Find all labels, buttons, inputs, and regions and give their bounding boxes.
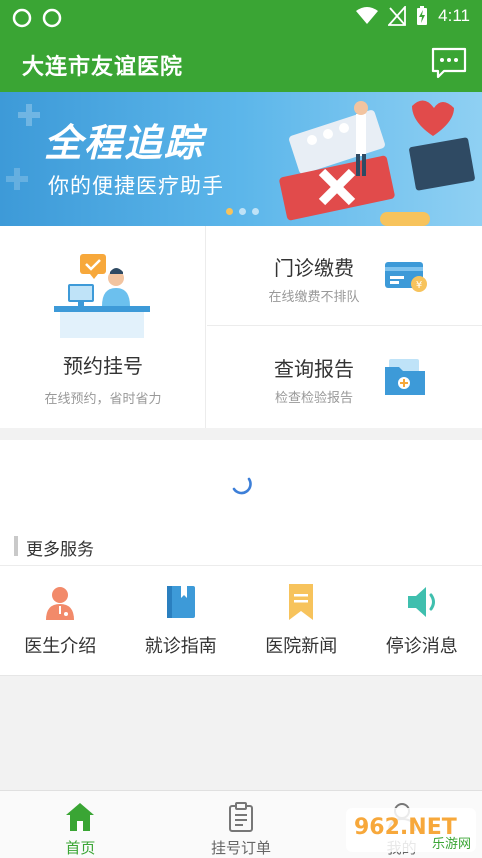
sync-icon xyxy=(42,8,62,28)
more-services-heading: 更多服务 xyxy=(26,540,94,560)
content-loading-area xyxy=(0,440,482,530)
battery-charging-icon xyxy=(417,6,428,25)
section-marker xyxy=(14,536,18,556)
payment-card-icon: ¥ xyxy=(385,262,427,292)
banner-title: 全程追踪 xyxy=(44,121,205,165)
nav-label: 首页 xyxy=(65,839,96,857)
reception-desk-icon xyxy=(54,254,150,338)
site-watermark: 962.NET 乐游网 xyxy=(346,808,476,852)
grid-item-label: 停诊消息 xyxy=(385,636,458,657)
home-icon xyxy=(66,803,95,831)
doctor-icon xyxy=(46,587,74,620)
sync-icon xyxy=(12,8,32,28)
app-bar: 大连市友谊医院 xyxy=(0,36,482,92)
report-folder-icon xyxy=(385,359,425,395)
grid-item-label: 医生介绍 xyxy=(24,636,97,657)
banner-subtitle: 你的便捷医疗助手 xyxy=(48,174,224,198)
grid-item-label: 医院新闻 xyxy=(265,636,338,657)
payment-card[interactable]: 门诊缴费 在线缴费不排队 ¥ xyxy=(207,226,482,326)
grid-item-suspension-notice[interactable]: 停诊消息 xyxy=(362,566,482,676)
pager-dot[interactable] xyxy=(239,208,246,215)
chat-icon[interactable] xyxy=(430,46,468,80)
page-title: 大连市友谊医院 xyxy=(22,55,184,80)
nav-label: 挂号订单 xyxy=(211,839,272,857)
watermark-subtext: 乐游网 xyxy=(432,837,471,852)
pager-dot[interactable] xyxy=(252,208,259,215)
more-services-header: 更多服务 xyxy=(0,530,482,566)
book-icon xyxy=(166,586,195,618)
grid-item-label: 就诊指南 xyxy=(144,636,217,657)
grid-item-visit-guide[interactable]: 就诊指南 xyxy=(121,566,242,676)
appointment-subtitle: 在线预约，省时省力 xyxy=(44,392,162,407)
loading-spinner-icon xyxy=(232,477,252,495)
pager-dot[interactable] xyxy=(226,208,233,215)
bookmark-icon xyxy=(289,584,313,620)
main-services: 预约挂号 在线预约，省时省力 门诊缴费 在线缴费不排队 ¥ 查询报告 检查检验报… xyxy=(0,226,482,428)
promo-banner[interactable]: 全程追踪 你的便捷医疗助手 xyxy=(0,92,482,226)
banner-pager xyxy=(226,208,259,215)
svg-text:¥: ¥ xyxy=(416,280,422,291)
wifi-icon xyxy=(356,7,379,24)
appointment-title: 预约挂号 xyxy=(63,354,143,378)
speaker-icon xyxy=(407,587,435,617)
clock: 4:11 xyxy=(438,6,470,25)
nav-orders[interactable]: 挂号订单 xyxy=(161,791,322,858)
grid-item-doctor-intro[interactable]: 医生介绍 xyxy=(0,566,121,676)
grid-item-hospital-news[interactable]: 医院新闻 xyxy=(241,566,362,676)
status-bar: 4:11 xyxy=(0,0,482,36)
medical-illustration xyxy=(279,100,475,226)
clipboard-icon xyxy=(229,802,253,832)
nav-home[interactable]: 首页 xyxy=(0,791,161,858)
empty-area xyxy=(0,676,482,790)
more-services-grid: 医生介绍 就诊指南 医院新闻 停诊消息 xyxy=(0,566,482,676)
no-signal-icon xyxy=(388,6,407,26)
appointment-card[interactable]: 预约挂号 在线预约，省时省力 xyxy=(0,226,206,428)
report-card[interactable]: 查询报告 检查检验报告 xyxy=(207,327,482,427)
section-divider xyxy=(0,428,482,440)
